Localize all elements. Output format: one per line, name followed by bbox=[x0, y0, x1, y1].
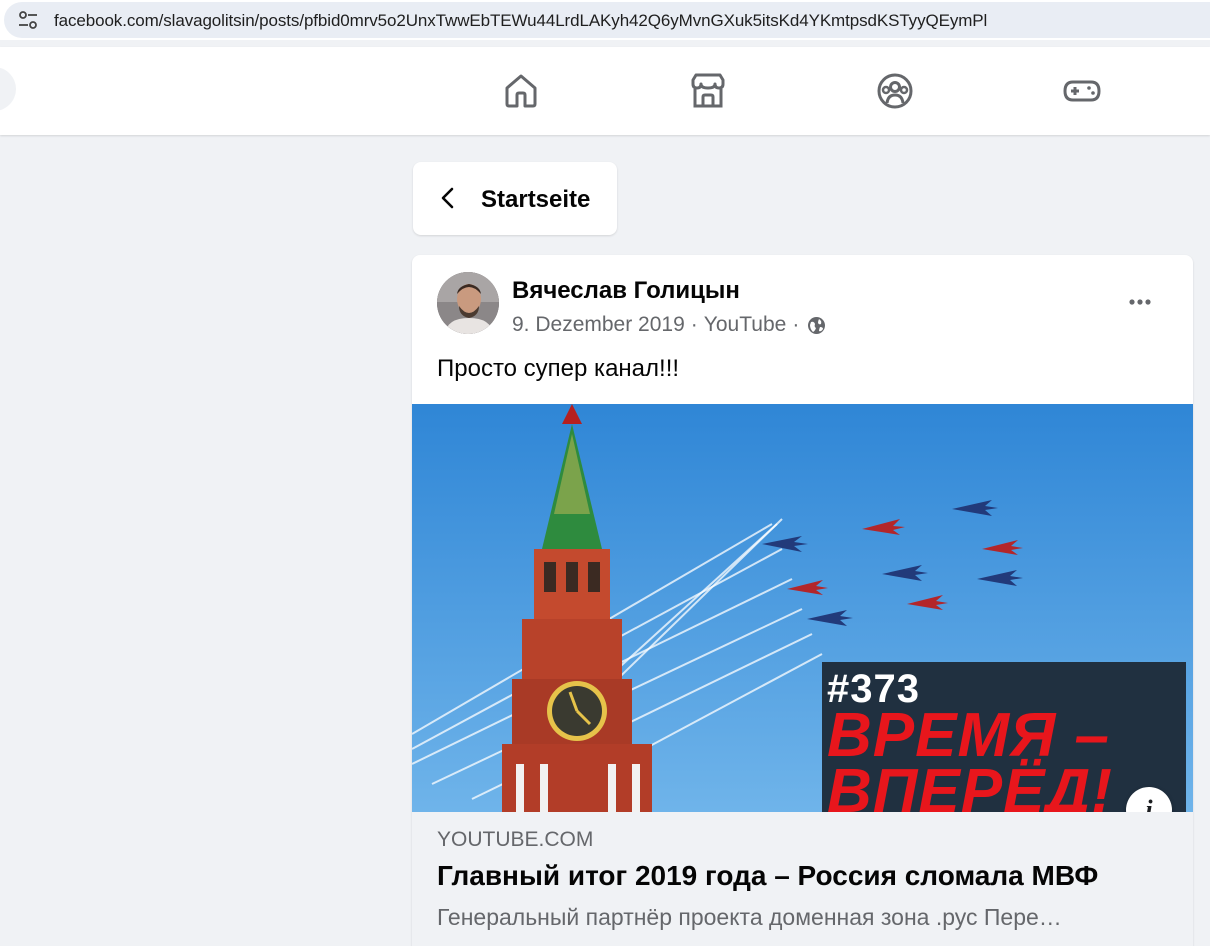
post-text: Просто супер канал!!! bbox=[437, 355, 680, 382]
post-author[interactable]: Вячеслав Голицын bbox=[512, 277, 740, 305]
link-preview[interactable]: YOUTUBE.COM Главный итог 2019 года – Рос… bbox=[412, 812, 1193, 946]
home-icon[interactable] bbox=[501, 71, 541, 111]
marketplace-icon[interactable] bbox=[688, 71, 728, 111]
link-title[interactable]: Главный итог 2019 года – Россия сломала … bbox=[437, 860, 1098, 892]
more-options-icon[interactable] bbox=[1120, 287, 1160, 317]
meta-separator: · bbox=[690, 313, 698, 336]
post-card: Вячеслав Голицын 9. Dezember 2019 · YouT… bbox=[412, 255, 1193, 946]
gaming-icon[interactable] bbox=[1062, 71, 1102, 111]
search-button[interactable] bbox=[0, 67, 16, 111]
groups-icon[interactable] bbox=[875, 71, 915, 111]
link-thumbnail[interactable]: #373 ВРЕМЯ – ВПЕРЁД! bbox=[412, 404, 1193, 812]
post-meta: 9. Dezember 2019 · YouTube · bbox=[512, 313, 826, 337]
url-field[interactable]: facebook.com/slavagolitsin/posts/pfbid0m… bbox=[4, 2, 1210, 38]
post-source: YouTube bbox=[703, 313, 787, 336]
post-date[interactable]: 9. Dezember 2019 bbox=[512, 313, 685, 337]
globe-icon[interactable] bbox=[807, 316, 826, 335]
thumbnail-title-line-2: ВПЕРЁД! bbox=[827, 757, 1113, 812]
url-text[interactable]: facebook.com/slavagolitsin/posts/pfbid0m… bbox=[54, 11, 987, 31]
avatar[interactable] bbox=[437, 272, 499, 334]
browser-address-bar: facebook.com/slavagolitsin/posts/pfbid0m… bbox=[0, 0, 1210, 40]
back-to-home-button[interactable]: Startseite bbox=[413, 162, 617, 235]
top-navigation bbox=[0, 47, 1210, 135]
meta-separator: · bbox=[792, 313, 800, 336]
site-settings-icon[interactable] bbox=[16, 9, 40, 31]
back-label: Startseite bbox=[481, 186, 591, 213]
link-domain: YOUTUBE.COM bbox=[437, 828, 594, 851]
chevron-left-icon bbox=[437, 186, 461, 210]
link-description: Генеральный партнёр проекта доменная зон… bbox=[437, 904, 1062, 930]
